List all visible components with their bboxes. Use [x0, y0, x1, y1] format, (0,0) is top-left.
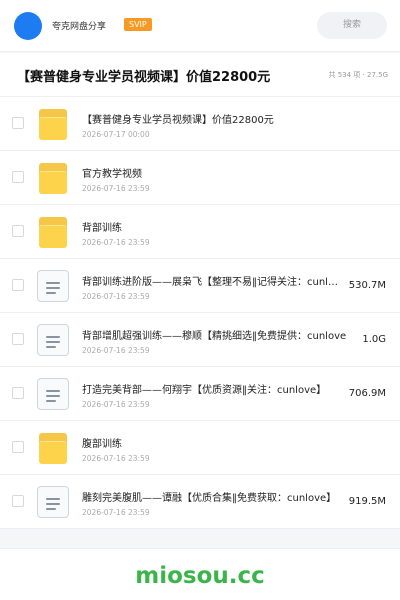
select-checkbox[interactable] — [12, 117, 24, 129]
select-checkbox[interactable] — [12, 279, 24, 291]
file-size: 1.0G — [362, 334, 386, 345]
list-item[interactable]: 背部训练进阶版——展枭飞【整理不易‖记得关注：cunlove 2026-07-16… — [0, 259, 400, 313]
list-item[interactable]: 背部训练 2026-07-16 23:59 — [0, 205, 400, 259]
share-title-bar: 【赛普健身专业学员视频课】价值22800元 共 534 项 · 27.5G — [0, 53, 400, 97]
document-icon — [37, 324, 69, 356]
share-owner-name: 夸克网盘分享 — [52, 22, 107, 32]
svip-badge: SVIP — [124, 18, 152, 31]
file-name[interactable]: 背部训练进阶版——展枭飞【整理不易‖记得关注：cunlove — [82, 273, 344, 288]
file-name[interactable]: 雕刻完美腹肌——谭融【优质合集‖免费获取：cunlove】 — [82, 489, 344, 504]
select-checkbox[interactable] — [12, 171, 24, 183]
select-checkbox[interactable] — [12, 441, 24, 453]
share-title: 【赛普健身专业学员视频课】价值22800元 — [17, 70, 271, 85]
folder-icon — [37, 216, 69, 248]
file-name[interactable]: 背部增肌超强训练——穆顺【精挑细选‖免费提供：cunlove — [82, 327, 355, 342]
file-name[interactable]: 【赛普健身专业学员视频课】价值22800元 — [82, 111, 372, 126]
list-item[interactable]: 雕刻完美腹肌——谭融【优质合集‖免费获取：cunlove】 2026-07-16 … — [0, 475, 400, 529]
select-checkbox[interactable] — [12, 387, 24, 399]
file-date: 2026-07-16 23:59 — [82, 508, 150, 517]
document-icon — [37, 270, 69, 302]
list-item[interactable]: 官方教学视频 2026-07-16 23:59 — [0, 151, 400, 205]
document-icon — [37, 486, 69, 518]
file-date: 2026-07-17 00:00 — [82, 130, 150, 139]
share-meta: 共 534 项 · 27.5G — [328, 71, 389, 79]
watermark-text: miosou.cc — [135, 563, 265, 589]
file-date: 2026-07-16 23:59 — [82, 292, 150, 301]
file-date: 2026-07-16 23:59 — [82, 454, 150, 463]
list-item[interactable]: 【赛普健身专业学员视频课】价值22800元 2026-07-17 00:00 — [0, 97, 400, 151]
list-item[interactable]: 腹部训练 2026-07-16 23:59 — [0, 421, 400, 475]
avatar[interactable] — [14, 12, 42, 40]
select-checkbox[interactable] — [12, 333, 24, 345]
folder-icon — [37, 162, 69, 194]
list-item[interactable]: 背部增肌超强训练——穆顺【精挑细选‖免费提供：cunlove 2026-07-16… — [0, 313, 400, 367]
file-size: 919.5M — [348, 496, 386, 507]
select-checkbox[interactable] — [12, 225, 24, 237]
folder-icon — [37, 108, 69, 140]
file-list: 【赛普健身专业学员视频课】价值22800元 2026-07-17 00:00 官方教… — [0, 97, 400, 529]
file-date: 2026-07-16 23:59 — [82, 184, 150, 193]
file-name[interactable]: 背部训练 — [82, 219, 372, 234]
file-name[interactable]: 腹部训练 — [82, 435, 372, 450]
list-item[interactable]: 打造完美背部——何翔宇【优质资源‖关注：cunlove】 2026-07-16 2… — [0, 367, 400, 421]
file-name[interactable]: 官方教学视频 — [82, 165, 372, 180]
select-checkbox[interactable] — [12, 495, 24, 507]
file-size: 530.7M — [348, 280, 386, 291]
file-date: 2026-07-16 23:59 — [82, 238, 150, 247]
folder-icon — [37, 432, 69, 464]
top-bar: 夸克网盘分享 SVIP 搜索 — [0, 0, 400, 52]
search-button[interactable]: 搜索 — [317, 12, 387, 39]
file-name[interactable]: 打造完美背部——何翔宇【优质资源‖关注：cunlove】 — [82, 381, 344, 396]
file-date: 2026-07-16 23:59 — [82, 346, 150, 355]
document-icon — [37, 378, 69, 410]
file-date: 2026-07-16 23:59 — [82, 400, 150, 409]
file-size: 706.9M — [348, 388, 386, 399]
